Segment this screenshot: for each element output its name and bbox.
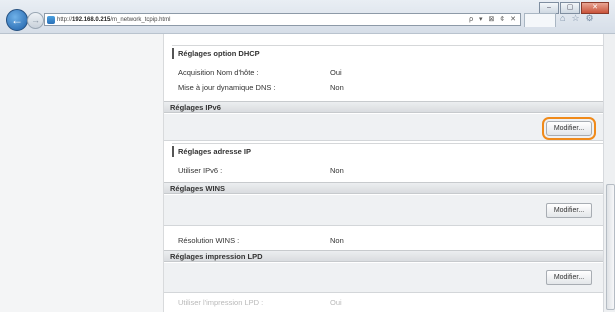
address-tools[interactable]: ρ ▾ ⊠ ¢ ✕ [469, 14, 518, 26]
ipv6-section-body: Modifier... [164, 114, 603, 141]
web-page: Réglages option DHCP Acquisition Nom d'h… [0, 34, 603, 312]
use-ipv6-label: Utiliser IPv6 : [178, 166, 223, 175]
wins-section-title: Réglages WINS [164, 182, 603, 194]
lpd-section-body: Modifier... [164, 263, 603, 293]
wins-resolution-label: Résolution WINS : [178, 236, 240, 245]
lpd-use-row: Utiliser l'impression LPD : Oui [164, 296, 603, 310]
url-path: /m_network_tcpip.html [110, 17, 171, 23]
dhcp-hostname-label: Acquisition Nom d'hôte : [178, 68, 259, 77]
vertical-scrollbar[interactable] [603, 34, 615, 312]
dhcp-heading: Réglages option DHCP [172, 45, 603, 60]
browser-chrome: – ▢ ✕ ← → http://192.168.0.215/m_network… [0, 0, 615, 34]
ipv6-section-title: Réglages IPv6 [164, 101, 603, 113]
dhcp-hostname-value: Oui [330, 68, 342, 77]
home-icon[interactable]: ⌂ [560, 13, 565, 24]
wins-resolution-row: Résolution WINS : Non [164, 234, 603, 248]
dhcp-hostname-row: Acquisition Nom d'hôte : Oui [164, 66, 603, 80]
ipv6-modify-button[interactable]: Modifier... [542, 117, 596, 140]
scrollbar-thumb[interactable] [606, 184, 615, 310]
wins-resolution-value: Non [330, 236, 344, 245]
dhcp-dns-value: Non [330, 83, 344, 92]
ip-address-heading: Réglages adresse IP [172, 143, 603, 158]
left-panel [0, 34, 164, 312]
use-ipv6-row: Utiliser IPv6 : Non [164, 164, 603, 178]
url-prefix: http:// [57, 17, 73, 23]
lpd-modify-button[interactable]: Modifier... [546, 270, 592, 285]
use-ipv6-value: Non [330, 166, 344, 175]
forward-button[interactable]: → [27, 12, 44, 29]
site-icon [47, 16, 55, 24]
dhcp-dns-label: Mise à jour dynamique DNS : [178, 83, 276, 92]
main-content: Réglages option DHCP Acquisition Nom d'h… [164, 34, 603, 312]
wins-section-body: Modifier... [164, 195, 603, 226]
dhcp-dns-row: Mise à jour dynamique DNS : Non [164, 81, 603, 95]
settings-icon[interactable]: ⚙ [586, 13, 594, 24]
back-button[interactable]: ← [6, 9, 28, 31]
lpd-section-title: Réglages impression LPD [164, 250, 603, 262]
favorites-icon[interactable]: ☆ [571, 13, 579, 24]
browser-tab[interactable] [524, 13, 556, 27]
lpd-use-label: Utiliser l'impression LPD : [178, 298, 264, 307]
address-bar[interactable]: http://192.168.0.215/m_network_tcpip.htm… [44, 13, 521, 26]
toolbar-icons: ⌂ ☆ ⚙ [560, 13, 594, 24]
lpd-use-value: Oui [330, 298, 342, 307]
wins-modify-button[interactable]: Modifier... [546, 203, 592, 218]
url-host: 192.168.0.215 [72, 17, 111, 23]
